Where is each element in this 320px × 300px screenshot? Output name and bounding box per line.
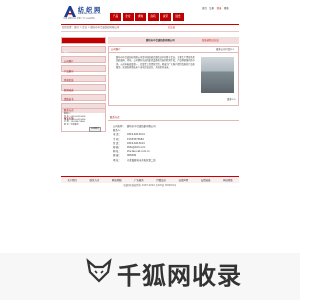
top-link-help[interactable]: 帮助 (224, 7, 229, 10)
logo-url: www.tex-net.com.cn (78, 12, 101, 15)
sidebar-item-intro[interactable]: 公司简介 (61, 46, 106, 63)
sidebar-item-contact[interactable]: 联系我们 (61, 93, 106, 111)
company-photo (201, 57, 234, 93)
contact-section: 联系方式 公司名称： 廊坊市中合盛纺织有限公司 联系人： 电 话： 0316-621… (108, 113, 239, 173)
watermark-banner: 千狐网收录 (0, 253, 300, 300)
contact-row: 地 址： 河北省廊坊市开发区第二街 (113, 158, 156, 162)
intro-header: 公司简介 更多公司介绍>> (109, 47, 238, 53)
footer-link[interactable]: 法律声明 (179, 179, 189, 182)
contact-table: 公司名称： 廊坊市中合盛纺织有限公司 联系人： 电 话： 0316-6213414 … (113, 125, 233, 163)
intro-title: 公司简介 (111, 48, 121, 51)
nav-news[interactable]: 资讯 (160, 13, 171, 21)
sidebar-item-news[interactable]: 新闻动态 (61, 74, 106, 92)
top-link-home[interactable]: 首页 (202, 7, 207, 10)
nav-business[interactable]: 商机 (147, 13, 159, 21)
company-banner: 廊坊市中合盛纺织有限公司 营业执照已认证 (108, 37, 239, 44)
nav-exhibitions[interactable]: 展会 (172, 13, 184, 21)
footer-link[interactable]: 网站地图 (112, 179, 122, 182)
logo-mark-icon (64, 6, 76, 17)
contact-title: 联系方式 (110, 116, 120, 119)
company-name: 廊坊市中合盛纺织有限公司 (146, 39, 175, 42)
top-links: 首页 注册 登录 帮助 (202, 7, 229, 10)
intro-text: 廊坊市中合盛纺织有限公司是中国纺织品制造业中的骨干企业，主要生产经营各类纺织面料… (116, 56, 195, 70)
footer-links: 关于我们 联系方式 网站地图 广告服务 付费会员 法律声明 友情链接 网站帮助 (61, 176, 239, 183)
footer-link[interactable]: 网站帮助 (223, 179, 233, 182)
sidebar-item-home[interactable]: 首页 (61, 37, 106, 54)
footer-link[interactable]: 广告服务 (134, 179, 144, 182)
fox-logo-icon (86, 258, 112, 283)
sidebar-item-supply[interactable]: 供求信息 (61, 65, 106, 82)
logo-slogan: 中国 纺织行业 纺织 门户 B2B网站 (63, 18, 95, 20)
logo[interactable]: 纺 织 网 www.tex-net.com.cn 中国 纺织行业 纺织 门户 B… (63, 5, 108, 21)
nav-buying[interactable]: 求购 (135, 13, 146, 21)
footer-link[interactable]: 关于我们 (67, 179, 77, 182)
footer-link[interactable]: 联系方式 (90, 179, 100, 182)
nav-companies[interactable]: 企业 (122, 13, 134, 21)
breadcrumb-path[interactable]: 您的位置：首页 > 企业 > 廊坊市中合盛纺织有限公司 (62, 26, 119, 29)
footer-link[interactable]: 友情链接 (201, 179, 211, 182)
watermark-text: 千狐网收录 (117, 262, 242, 290)
intro-section: 公司简介 更多公司介绍>> 廊坊市中合盛纺织有限公司是中国纺织品制造业中的骨干企… (108, 46, 239, 106)
sidebar-item-products[interactable]: 产品展示 (61, 55, 106, 73)
verified-badge: 营业执照已认证 (202, 39, 219, 42)
nav-products[interactable]: 产品 (110, 13, 121, 21)
sidebar: 首页 公司简介 产品展示 供求信息 新闻动态 资质证书 联系我们 留言反馈 (61, 37, 106, 120)
breadcrumb-tag: 已认证 (168, 26, 176, 29)
sidebar-item-certs[interactable]: 资质证书 (61, 84, 106, 101)
intro-more-link[interactable]: 更多公司介绍>> (216, 48, 234, 51)
online-message-button[interactable]: 在线留言 (89, 127, 102, 132)
intro-more2-link[interactable]: 更多>> (227, 98, 236, 101)
copyright: 纺织网 版权所有 1997-2024 京ICP证 000001号 (123, 184, 177, 187)
top-link-login[interactable]: 登录 (217, 7, 222, 10)
main-nav: 产品 企业 求购 商机 资讯 展会 (110, 13, 184, 21)
contact-divider (108, 120, 239, 121)
top-link-register[interactable]: 注册 (209, 7, 214, 10)
breadcrumb: 您的位置：首页 > 企业 > 廊坊市中合盛纺织有限公司 已认证 (61, 24, 239, 32)
footer-link[interactable]: 付费会员 (156, 179, 166, 182)
